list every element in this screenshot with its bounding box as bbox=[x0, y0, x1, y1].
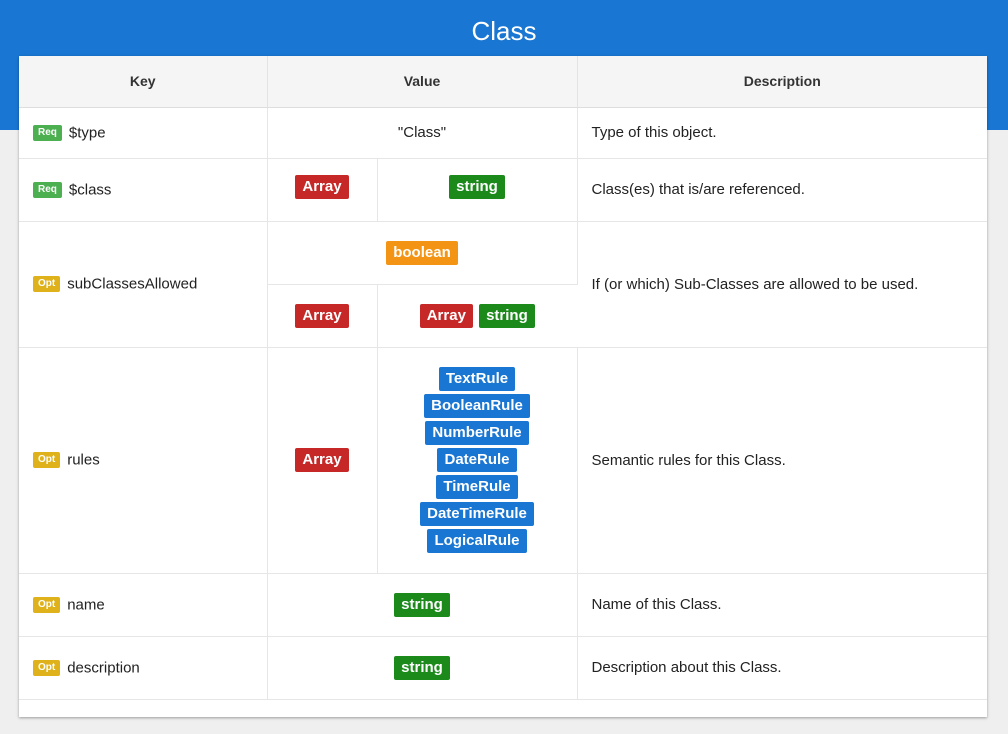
value-literal: "Class" bbox=[397, 124, 447, 141]
array-type-chip: Array bbox=[295, 448, 349, 472]
array-type-chip: Array bbox=[295, 303, 349, 328]
item-cell: TextRule BooleanRule NumberRule DateRule… bbox=[377, 347, 578, 574]
description-cell: Type of this object. bbox=[577, 107, 987, 159]
string-type-chip: string bbox=[394, 655, 450, 680]
key-cell: Opt rules bbox=[19, 347, 268, 574]
description-cell: Description about this Class. bbox=[577, 636, 987, 700]
table-row: Req $class Array string Class(es) that is… bbox=[19, 158, 987, 222]
header-key: Key bbox=[19, 56, 268, 108]
key-cell: Opt name bbox=[19, 573, 268, 637]
item-cell: Array string bbox=[377, 284, 577, 348]
key-cell: Opt description bbox=[19, 636, 268, 700]
table-row: Req $type "Class" Type of this object. bbox=[19, 107, 987, 159]
array-type-chip: Array bbox=[419, 303, 473, 328]
table-header-row: Key Value Description bbox=[19, 56, 987, 108]
container-cell: Array bbox=[267, 347, 378, 574]
key-cell: Req $class bbox=[19, 158, 268, 222]
header-value: Value bbox=[267, 56, 578, 108]
item-cell: string bbox=[377, 158, 578, 222]
array-type-chip: Array bbox=[295, 174, 349, 199]
key-name: description bbox=[67, 659, 140, 677]
description-cell: Name of this Class. bbox=[577, 573, 987, 637]
table-row: Opt name string Name of this Class. bbox=[19, 573, 987, 637]
key-name: subClassesAllowed bbox=[67, 275, 198, 293]
description-cell: If (or which) Sub-Classes are allowed to… bbox=[577, 221, 987, 348]
rule-type-list: TextRule BooleanRule NumberRule DateRule… bbox=[378, 367, 577, 553]
value-cell: string bbox=[267, 573, 578, 637]
rule-type-chip: DateTimeRule bbox=[420, 502, 534, 526]
header-description: Description bbox=[577, 56, 987, 108]
rule-type-chip: NumberRule bbox=[425, 421, 529, 445]
table-row: Opt rules Array TextRule BooleanRule Numb… bbox=[19, 347, 987, 574]
value-option-cell: boolean bbox=[267, 221, 578, 285]
rule-type-chip: TextRule bbox=[438, 367, 516, 391]
string-type-chip: string bbox=[479, 303, 535, 328]
key-cell: Opt subClassesAllowed bbox=[19, 221, 268, 348]
key-name: $type bbox=[68, 124, 106, 142]
string-type-chip: string bbox=[394, 592, 450, 617]
rule-type-chip: BooleanRule bbox=[424, 394, 530, 418]
value-cell: string bbox=[267, 636, 578, 700]
string-type-chip: string bbox=[449, 174, 505, 199]
value-cell: "Class" bbox=[267, 107, 578, 159]
key-name: name bbox=[67, 596, 105, 614]
optional-badge: Opt bbox=[33, 659, 61, 676]
description-cell: Semantic rules for this Class. bbox=[577, 347, 987, 574]
required-badge: Req bbox=[33, 124, 62, 141]
optional-badge: Opt bbox=[33, 276, 61, 293]
optional-badge: Opt bbox=[33, 596, 61, 613]
table-row: Opt description string Description about … bbox=[19, 636, 987, 700]
rule-type-chip: LogicalRule bbox=[427, 529, 527, 553]
boolean-type-chip: boolean bbox=[386, 240, 458, 265]
page-title: Class bbox=[471, 16, 537, 46]
optional-badge: Opt bbox=[33, 452, 61, 469]
schema-table: Key Value Description Req $type "Class" T… bbox=[19, 56, 987, 700]
required-badge: Req bbox=[33, 181, 62, 198]
rule-type-chip: DateRule bbox=[437, 448, 517, 472]
rule-type-chip: TimeRule bbox=[436, 475, 518, 499]
table-row: Opt subClassesAllowed boolean If (or whic… bbox=[19, 221, 987, 348]
schema-table-card: Key Value Description Req $type "Class" T… bbox=[19, 56, 987, 717]
description-cell: Class(es) that is/are referenced. bbox=[577, 158, 987, 222]
key-name: rules bbox=[67, 451, 100, 469]
key-cell: Req $type bbox=[19, 107, 268, 159]
key-name: $class bbox=[68, 181, 112, 199]
container-cell: Array bbox=[267, 284, 378, 348]
container-cell: Array bbox=[267, 158, 378, 222]
